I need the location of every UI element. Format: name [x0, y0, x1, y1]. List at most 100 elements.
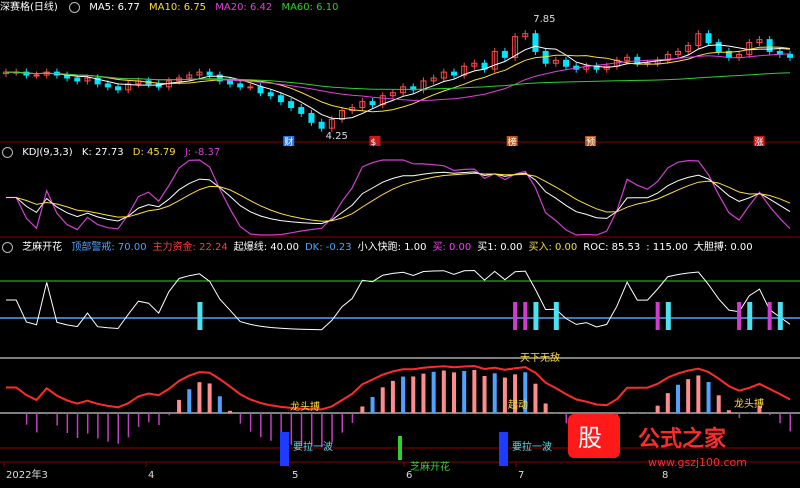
histogram-bar-up [676, 384, 680, 413]
candle [33, 74, 40, 77]
histogram-bar-up [441, 370, 446, 413]
histogram-bar-up [390, 380, 395, 413]
histogram-bar-up [177, 399, 182, 413]
histogram-bar-up [472, 369, 477, 413]
histogram-bar-up [187, 389, 192, 413]
annotation-tianxia: 天下无敌 [520, 351, 560, 364]
histogram-bar-down [86, 413, 89, 434]
histogram-bar-down [76, 413, 79, 439]
histogram-bar-down [260, 413, 262, 438]
signal-bar-cyan [747, 302, 753, 330]
date-label: 7 [518, 470, 524, 481]
oscillator-line [6, 269, 791, 331]
signal-bar-cyan [553, 302, 559, 330]
annotation-longtou: 龙头搏 [290, 400, 320, 413]
signal-bar-cyan [533, 302, 539, 330]
high-price-label: 7.85 [533, 14, 555, 25]
histogram-bar-down [168, 413, 170, 416]
candle [715, 42, 722, 52]
watermark-url: www.gszj100.com [648, 456, 747, 469]
histogram-bar-up [655, 405, 660, 413]
histogram-bar-down [249, 413, 252, 432]
histogram-bar-up [207, 383, 212, 413]
signal-bar-magenta [513, 302, 518, 330]
histogram-bar-down [107, 413, 109, 442]
histogram-bar-down [300, 413, 303, 446]
signal-bar-cyan [665, 302, 671, 330]
candle [451, 71, 457, 76]
histogram-bar-up [533, 383, 538, 413]
histogram-bar-down [270, 413, 272, 441]
histogram-bar-down [565, 413, 567, 424]
candle [104, 83, 111, 88]
histogram-bar-up [380, 387, 385, 413]
candle [288, 101, 295, 109]
histogram-bar-down [36, 413, 38, 433]
candle [766, 39, 773, 52]
annotation-yaola: 要拉一波 [512, 440, 552, 453]
date-label: 8 [662, 470, 668, 481]
histogram-bar-down [66, 413, 69, 434]
histogram-bar-up [452, 372, 456, 413]
histogram-bar-up [716, 395, 721, 413]
histogram-bar-down [148, 413, 150, 423]
histogram-bar-up [360, 406, 365, 413]
event-marker-label: 预 [586, 137, 595, 148]
low-price-label: 4.25 [326, 131, 348, 142]
event-marker-label: 财 [284, 136, 293, 148]
histogram-bar-down [341, 413, 343, 433]
histogram-bar-down [117, 413, 119, 444]
signal-bar-cyan [197, 302, 203, 330]
histogram-bar-up [482, 375, 487, 413]
candle [277, 95, 284, 103]
signal-bar-magenta [767, 302, 772, 330]
histogram-bar-down [779, 413, 781, 424]
histogram-bar-down [331, 413, 333, 443]
histogram-bar-up [197, 382, 202, 413]
histogram-bar-up [228, 410, 232, 413]
event-marker-label: 涨 [755, 137, 764, 148]
signal-bar-magenta [655, 302, 660, 330]
histogram-bar-down [97, 413, 99, 439]
candle [247, 86, 254, 89]
candle [257, 86, 264, 94]
ma60-line [6, 71, 791, 90]
main-fund-line [6, 364, 791, 411]
event-marker-label: $ [370, 138, 376, 148]
histogram-bar-up [217, 396, 222, 413]
histogram-bar-up [665, 393, 670, 413]
histogram-bar-down [789, 413, 791, 432]
histogram-bar-up [726, 410, 731, 413]
histogram-bar-up [686, 379, 691, 413]
histogram-bar-up [706, 381, 711, 413]
annotation-zhima: 芝麻开花 [410, 460, 450, 473]
histogram-bar-down [137, 413, 140, 427]
histogram-bar-up [370, 396, 375, 413]
annotation-qidong: 起动 [508, 399, 528, 411]
signal-bar-cyan [777, 302, 783, 330]
histogram-bar-down [769, 413, 771, 416]
histogram-bar-down [25, 413, 28, 425]
histogram-bar-up [543, 403, 548, 413]
candle [298, 107, 305, 114]
date-label: 6 [406, 470, 412, 481]
ma5-line [6, 44, 791, 120]
candle [501, 50, 508, 58]
histogram-bar-down [127, 413, 130, 438]
date-label: 4 [148, 470, 154, 481]
candle [227, 80, 233, 85]
candle [563, 59, 569, 67]
candle [532, 33, 539, 52]
j-line [6, 159, 791, 236]
candle [705, 33, 712, 44]
histogram-bar-down [239, 413, 242, 424]
histogram-bar-up [696, 375, 701, 413]
candle [369, 101, 376, 106]
histogram-bar-up [411, 376, 416, 413]
candle [115, 86, 121, 91]
pull-wave-block [280, 432, 289, 466]
signal-bar-magenta [737, 302, 742, 330]
histogram-bar-down [56, 413, 58, 426]
annotation-yaola: 要拉一波 [293, 440, 333, 453]
histogram-bar-up [431, 371, 436, 413]
